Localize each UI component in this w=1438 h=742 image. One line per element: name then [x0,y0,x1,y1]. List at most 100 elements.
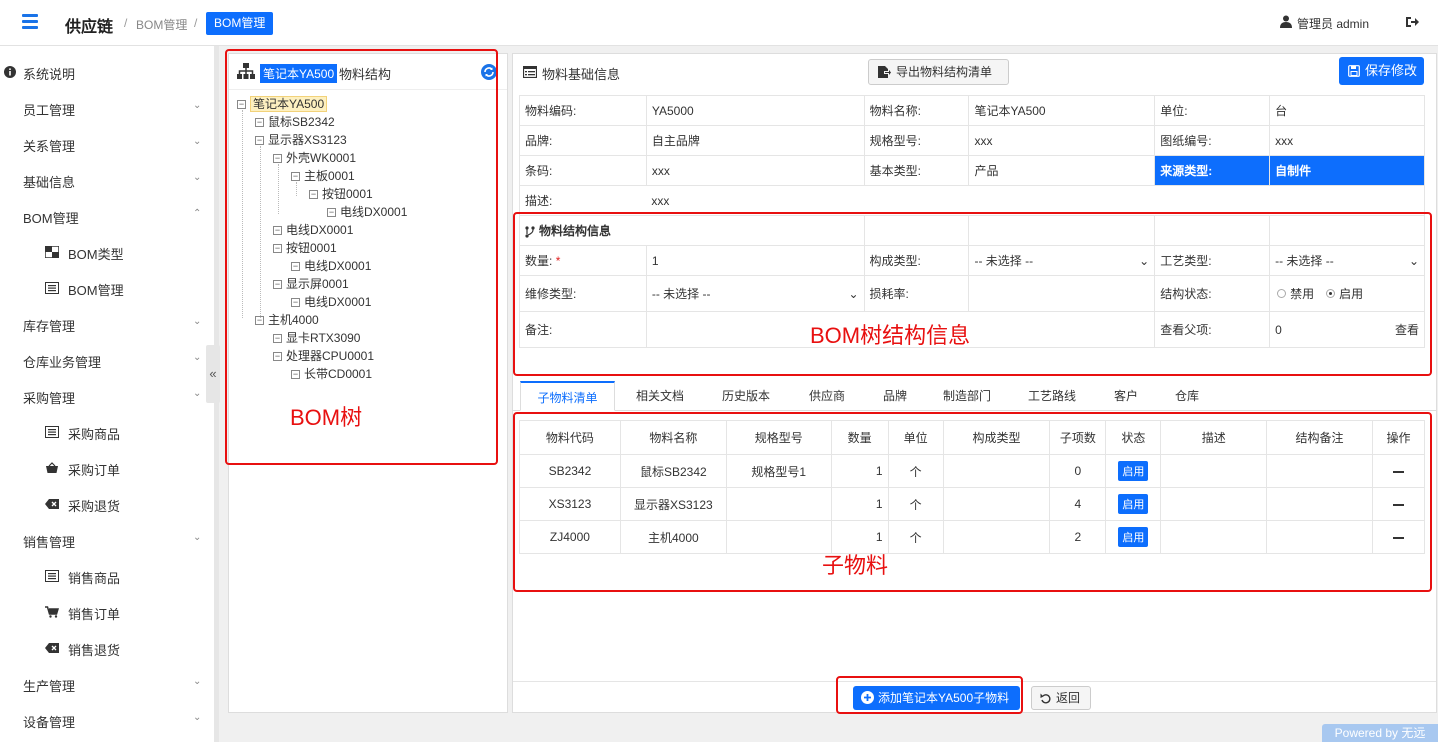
back-button[interactable]: 返回 [1031,686,1091,710]
sidebar-item-label: 销售商品 [68,571,121,586]
annotation-sub-box [513,412,1432,592]
undo-icon [1040,693,1051,704]
sidebar-item-sales-returns[interactable]: 销售退货 [0,630,214,666]
export-structure-button[interactable]: 导出物料结构清单 [868,59,1009,85]
chevron-down-icon: ⌄ [193,136,202,147]
field-label: 描述: [519,185,647,216]
sidebar-item-purchase-returns[interactable]: 采购退货 [0,486,214,522]
breadcrumb-separator: / [194,16,198,30]
detail-tabs: 子物料清单 相关文档 历史版本 供应商 品牌 制造部门 工艺路线 客户 仓库 [513,381,1436,411]
field-label: 单位: [1154,95,1271,126]
table-icon [523,66,537,78]
sidebar-item-sales[interactable]: 销售管理 ⌄ [0,522,214,558]
sidebar-item-basic-info[interactable]: 基础信息 ⌄ [0,162,214,198]
basic-info-table: 物料编码: YA5000 物料名称: 笔记本YA500 单位: 台 品牌: 自主… [519,95,1426,216]
description: xxx [646,185,1426,216]
powered-by: Powered by 无远 [1322,724,1438,742]
sidebar-item-label: 采购商品 [68,427,121,442]
sidebar-item-label: 采购退货 [68,499,121,514]
chevron-down-icon: ⌄ [193,100,202,111]
sidebar-item-bom-type[interactable]: BOM类型 [0,234,214,270]
sidebar-item-label: BOM管理 [23,211,79,226]
user-icon [1280,15,1292,28]
list-icon [45,570,59,582]
field-label: 物料名称: [863,95,970,126]
backspace-icon [45,499,59,509]
sidebar-item-label: 库存管理 [23,319,76,334]
sidebar-item-label: 关系管理 [23,139,76,154]
annotation-structure-box [513,212,1432,376]
tab-suppliers[interactable]: 供应商 [789,381,865,411]
material-name: 笔记本YA500 [968,95,1156,126]
tab-sub-materials[interactable]: 子物料清单 [520,381,615,411]
sidebar-item-employees[interactable]: 员工管理 ⌄ [0,90,214,126]
field-label: 来源类型: [1154,155,1271,186]
tab-history[interactable]: 历史版本 [703,381,789,411]
sidebar-item-label: 采购订单 [68,463,121,478]
logout-icon[interactable] [1406,16,1419,28]
sidebar-item-system-info[interactable]: 系统说明 [0,54,214,90]
chevron-down-icon: ⌄ [193,676,202,687]
sidebar-item-label: BOM管理 [68,283,124,298]
tab-documents[interactable]: 相关文档 [617,381,703,411]
list-icon [45,282,59,294]
chevron-down-icon: ⌄ [193,172,202,183]
material-code: YA5000 [645,95,865,126]
sidebar-item-label: 员工管理 [23,103,76,118]
sidebar-item-sales-goods[interactable]: 销售商品 [0,558,214,594]
material-brand: 自主品牌 [645,125,865,156]
menu-icon[interactable] [22,14,38,30]
breadcrumb-separator: / [124,16,128,30]
save-icon [1348,65,1360,77]
field-label: 图纸编号: [1154,125,1271,156]
basket-icon [46,462,58,473]
chevron-up-icon: ⌄ [193,388,202,399]
panel-title: 物料基础信息 [542,67,621,82]
sidebar-item-label: 生产管理 [23,679,76,694]
sidebar-item-label: 设备管理 [23,715,76,730]
sidebar-item-label: 系统说明 [23,67,76,82]
annotation-tree-label: BOM树 [290,405,363,430]
sidebar-item-label: 采购管理 [23,391,76,406]
sidebar-item-purchase-orders[interactable]: 采购订单 [0,450,214,486]
breadcrumb-bom[interactable]: BOM管理 [136,16,187,33]
chevron-up-icon: ⌄ [193,532,202,543]
sidebar-item-production[interactable]: 生产管理 ⌄ [0,666,214,702]
material-spec: xxx [968,125,1156,156]
collapse-sidebar-button[interactable]: « [206,345,220,403]
tab-customers[interactable]: 客户 [1095,381,1157,411]
chevron-down-icon: ⌄ [193,316,202,327]
sidebar-item-bom-manage[interactable]: BOM管理 [0,270,214,306]
sidebar-item-label: BOM类型 [68,247,124,262]
sidebar-item-inventory[interactable]: 库存管理 ⌄ [0,306,214,342]
sidebar-item-label: 销售管理 [23,535,76,550]
sidebar-item-equipment[interactable]: 设备管理 ⌄ [0,702,214,738]
sidebar-item-label: 仓库业务管理 [23,355,102,370]
sidebar-item-purchase-goods[interactable]: 采购商品 [0,414,214,450]
tab-routes[interactable]: 工艺路线 [1009,381,1095,411]
tab-brands[interactable]: 品牌 [865,381,925,411]
sidebar-item-sales-orders[interactable]: 销售订单 [0,594,214,630]
cart-icon [45,606,59,618]
annotation-structure-label: BOM树结构信息 [810,323,971,348]
source-type: 自制件 [1269,155,1425,186]
chevron-up-icon: ⌃ [193,208,202,219]
field-label: 品牌: [519,125,647,156]
drawing-number: xxx [1269,125,1425,156]
save-button[interactable]: 保存修改 [1339,57,1424,85]
tab-warehouses[interactable]: 仓库 [1157,381,1217,411]
field-label: 条码: [519,155,647,186]
chevron-down-icon: ⌄ [193,352,202,363]
sidebar-item-label: 销售退货 [68,643,121,658]
sidebar-item-purchase[interactable]: 采购管理 ⌄ [0,378,214,414]
sidebar-item-label: 销售订单 [68,607,121,622]
annotation-add-box [836,676,1023,714]
top-bar: 供应链 / BOM管理 / BOM管理 管理员 admin [0,0,1438,46]
barcode: xxx [645,155,865,186]
user-name[interactable]: 管理员 admin [1297,15,1369,32]
tab-departments[interactable]: 制造部门 [925,381,1009,411]
list-icon [45,426,59,438]
sidebar-item-relations[interactable]: 关系管理 ⌄ [0,126,214,162]
sidebar-item-bom[interactable]: BOM管理 ⌃ [0,198,214,234]
sidebar-item-warehouse[interactable]: 仓库业务管理 ⌄ [0,342,214,378]
